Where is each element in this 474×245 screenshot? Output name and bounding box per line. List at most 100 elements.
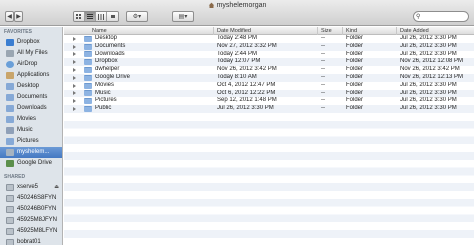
folder-icon [84, 106, 92, 113]
sidebar-item[interactable]: xserve5 ⏏ [0, 182, 62, 193]
sidebar-item[interactable]: myshelem... [0, 147, 62, 158]
sidebar-item[interactable]: Desktop [0, 81, 62, 92]
column-header: Name Date Modified Size Kind Date Added [64, 27, 474, 35]
search-field[interactable]: ⚲ [413, 11, 469, 22]
sidebar-item[interactable]: Dropbox [0, 37, 62, 48]
disclosure-triangle-icon[interactable] [73, 107, 76, 112]
file-row[interactable]: Desktop Today 2:48 PM -- Folder Jul 26, 2012… [64, 35, 474, 43]
sidebar-item[interactable]: bobrat01 [0, 237, 62, 245]
sidebar-item[interactable]: 45925M8JFYN [0, 215, 62, 226]
sidebar-item[interactable]: AirDrop [0, 59, 62, 70]
favorites-header: FAVORITES [4, 29, 32, 35]
file-name: Google Drive [95, 73, 131, 80]
file-name: Public [95, 105, 112, 112]
sidebar: FAVORITES Dropbox All My Files AirDrop Appl… [0, 27, 63, 245]
sidebar-item[interactable]: Downloads [0, 103, 62, 114]
sidebar-item-label: Applications [17, 72, 50, 78]
server-icon [6, 184, 14, 191]
icon-view-button[interactable] [74, 12, 85, 21]
sidebar-item-label: Downloads [17, 105, 47, 111]
sidebar-item[interactable]: 45925M8LFYN [0, 226, 62, 237]
date-modified-cell: Today 2:44 PM [217, 50, 258, 57]
sidebar-item[interactable]: Pictures [0, 136, 62, 147]
name-column-header[interactable]: Name [64, 27, 214, 35]
list-view-button[interactable] [85, 12, 96, 21]
kind-cell: Folder [346, 50, 364, 57]
disclosure-triangle-icon[interactable] [73, 44, 76, 49]
date-added-cell: Jul 26, 2012 3:30 PM [400, 50, 457, 57]
sidebar-item[interactable]: 450246B0FYN [0, 204, 62, 215]
sidebar-item-label: AirDrop [17, 61, 38, 67]
folder-icon [84, 98, 92, 105]
sidebar-item-label: 45925M8JFYN [17, 217, 58, 223]
date-added-column-header[interactable]: Date Added [397, 27, 474, 35]
back-button[interactable]: ◀ [5, 11, 14, 22]
disclosure-triangle-icon[interactable] [73, 91, 76, 96]
disclosure-triangle-icon[interactable] [73, 99, 76, 104]
file-row[interactable]: Downloads Today 2:44 PM -- Folder Jul 26, 20… [64, 51, 474, 59]
sidebar-item[interactable]: Documents [0, 92, 62, 103]
sidebar-item[interactable]: Movies [0, 114, 62, 125]
server-icon [6, 206, 14, 213]
sidebar-item[interactable]: Google Drive [0, 158, 62, 169]
airdrop-icon [6, 61, 14, 68]
disclosure-triangle-icon[interactable] [73, 83, 76, 88]
kind-column-header[interactable]: Kind [343, 27, 397, 35]
file-name-cell: Public [64, 105, 214, 113]
kind-cell: Folder [346, 35, 364, 41]
file-name: Downloads [95, 50, 125, 57]
file-row[interactable]: Google Drive Today 8:10 AM -- Folder Nov 26,… [64, 73, 474, 82]
server-icon [6, 228, 14, 235]
file-name-cell: Downloads [64, 51, 214, 59]
disclosure-triangle-icon[interactable] [73, 52, 76, 57]
size-column-header[interactable]: Size [318, 27, 343, 35]
file-row[interactable]: Music Oct 6, 2012 12:22 PM -- Folder Jul 26,… [64, 89, 474, 98]
file-row[interactable]: Movies Oct 4, 2012 12:47 PM -- Folder Jul 26… [64, 82, 474, 90]
column-view-button[interactable] [96, 12, 107, 21]
server-icon [6, 195, 14, 202]
kind-cell: Folder [346, 105, 364, 112]
file-row[interactable]: Dropbox Today 12:07 PM -- Folder Nov 26, 201… [64, 58, 474, 67]
size-cell: -- [321, 35, 325, 41]
all-files-icon [6, 50, 14, 57]
file-name: Movies [95, 81, 115, 88]
file-name: Desktop [95, 35, 118, 41]
cover-flow-button[interactable] [107, 12, 118, 21]
sidebar-item-label: Pictures [17, 138, 39, 144]
disclosure-triangle-icon[interactable] [73, 60, 76, 65]
home-icon [6, 149, 14, 156]
disclosure-triangle-icon[interactable] [73, 36, 76, 41]
file-name: dwhelper [95, 66, 120, 73]
eject-icon[interactable]: ⏏ [54, 182, 59, 193]
list-view-icon [87, 13, 93, 19]
date-modified-cell: Today 2:48 PM [217, 35, 258, 41]
forward-button[interactable]: ▶ [14, 11, 23, 22]
sidebar-item[interactable]: 450246S8FYN [0, 193, 62, 204]
disclosure-triangle-icon[interactable] [73, 68, 76, 73]
folder-icon [84, 67, 92, 74]
date-modified-cell: Oct 4, 2012 12:47 PM [217, 81, 276, 88]
cover-flow-icon [110, 14, 115, 18]
favorites-list: Dropbox All My Files AirDrop Applications De… [0, 37, 62, 169]
file-row[interactable]: Pictures Sep 12, 2012 1:48 PM -- Folder Jul … [64, 97, 474, 105]
folder-icon [84, 59, 92, 66]
toolbar: myshelemorgan ◀ ▶ ⚙▾ ▤▾ ⚲ [0, 0, 474, 26]
window-title: myshelemorgan [0, 2, 474, 9]
pictures-icon [6, 138, 14, 145]
sidebar-item-label: bobrat01 [17, 239, 41, 245]
date-modified-column-header[interactable]: Date Modified [214, 27, 318, 35]
sidebar-item-label: Movies [17, 116, 37, 122]
applications-icon [6, 72, 14, 79]
action-menu-button[interactable]: ⚙▾ [126, 11, 148, 22]
arrange-menu-button[interactable]: ▤▾ [172, 11, 194, 22]
sidebar-item-label: Music [17, 127, 33, 133]
sidebar-item[interactable]: Music [0, 125, 62, 136]
icon-view-icon [76, 13, 81, 19]
file-row[interactable]: Public Jul 26, 2012 3:30 PM -- Folder Jul 26… [64, 105, 474, 113]
sidebar-item[interactable]: Applications [0, 70, 62, 81]
file-row[interactable]: dwhelper Nov 26, 2012 3:42 PM -- Folder Nov … [64, 66, 474, 74]
sidebar-item[interactable]: All My Files [0, 48, 62, 59]
sidebar-item-label: 450246B0FYN [17, 206, 57, 212]
disclosure-triangle-icon[interactable] [73, 75, 76, 80]
file-row[interactable]: Documents Nov 27, 2012 3:32 PM -- Folder Jul… [64, 42, 474, 51]
